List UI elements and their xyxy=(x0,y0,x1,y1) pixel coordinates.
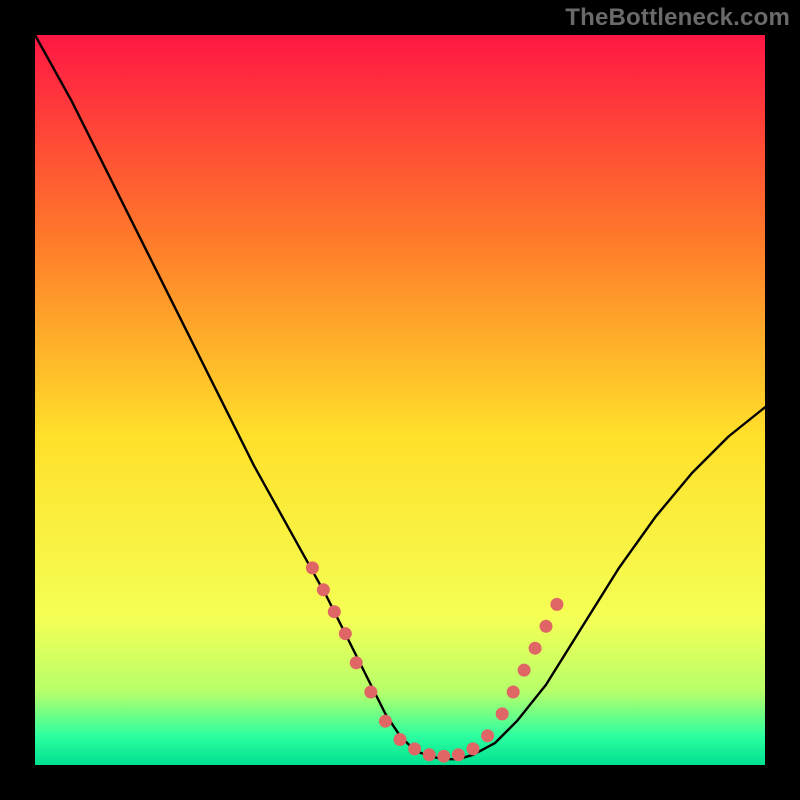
highlight-dot xyxy=(540,620,553,633)
chart-frame: TheBottleneck.com xyxy=(0,0,800,800)
highlight-dot xyxy=(364,686,377,699)
highlight-dot xyxy=(507,686,520,699)
highlight-dot xyxy=(423,748,436,761)
highlight-dot xyxy=(550,598,563,611)
chart-svg xyxy=(35,35,765,765)
highlight-dot xyxy=(317,583,330,596)
highlight-dot xyxy=(350,656,363,669)
highlight-dot xyxy=(529,642,542,655)
highlight-dot xyxy=(328,605,341,618)
highlight-dot xyxy=(496,707,509,720)
plot-area xyxy=(35,35,765,765)
highlight-dot xyxy=(452,748,465,761)
highlight-dot xyxy=(481,729,494,742)
gradient-background xyxy=(35,35,765,765)
highlight-dot xyxy=(518,664,531,677)
highlight-dot xyxy=(467,742,480,755)
highlight-dot xyxy=(437,750,450,763)
highlight-dot xyxy=(394,733,407,746)
watermark-text: TheBottleneck.com xyxy=(565,4,790,32)
highlight-dot xyxy=(379,715,392,728)
highlight-dot xyxy=(306,561,319,574)
highlight-dot xyxy=(408,742,421,755)
highlight-dot xyxy=(339,627,352,640)
